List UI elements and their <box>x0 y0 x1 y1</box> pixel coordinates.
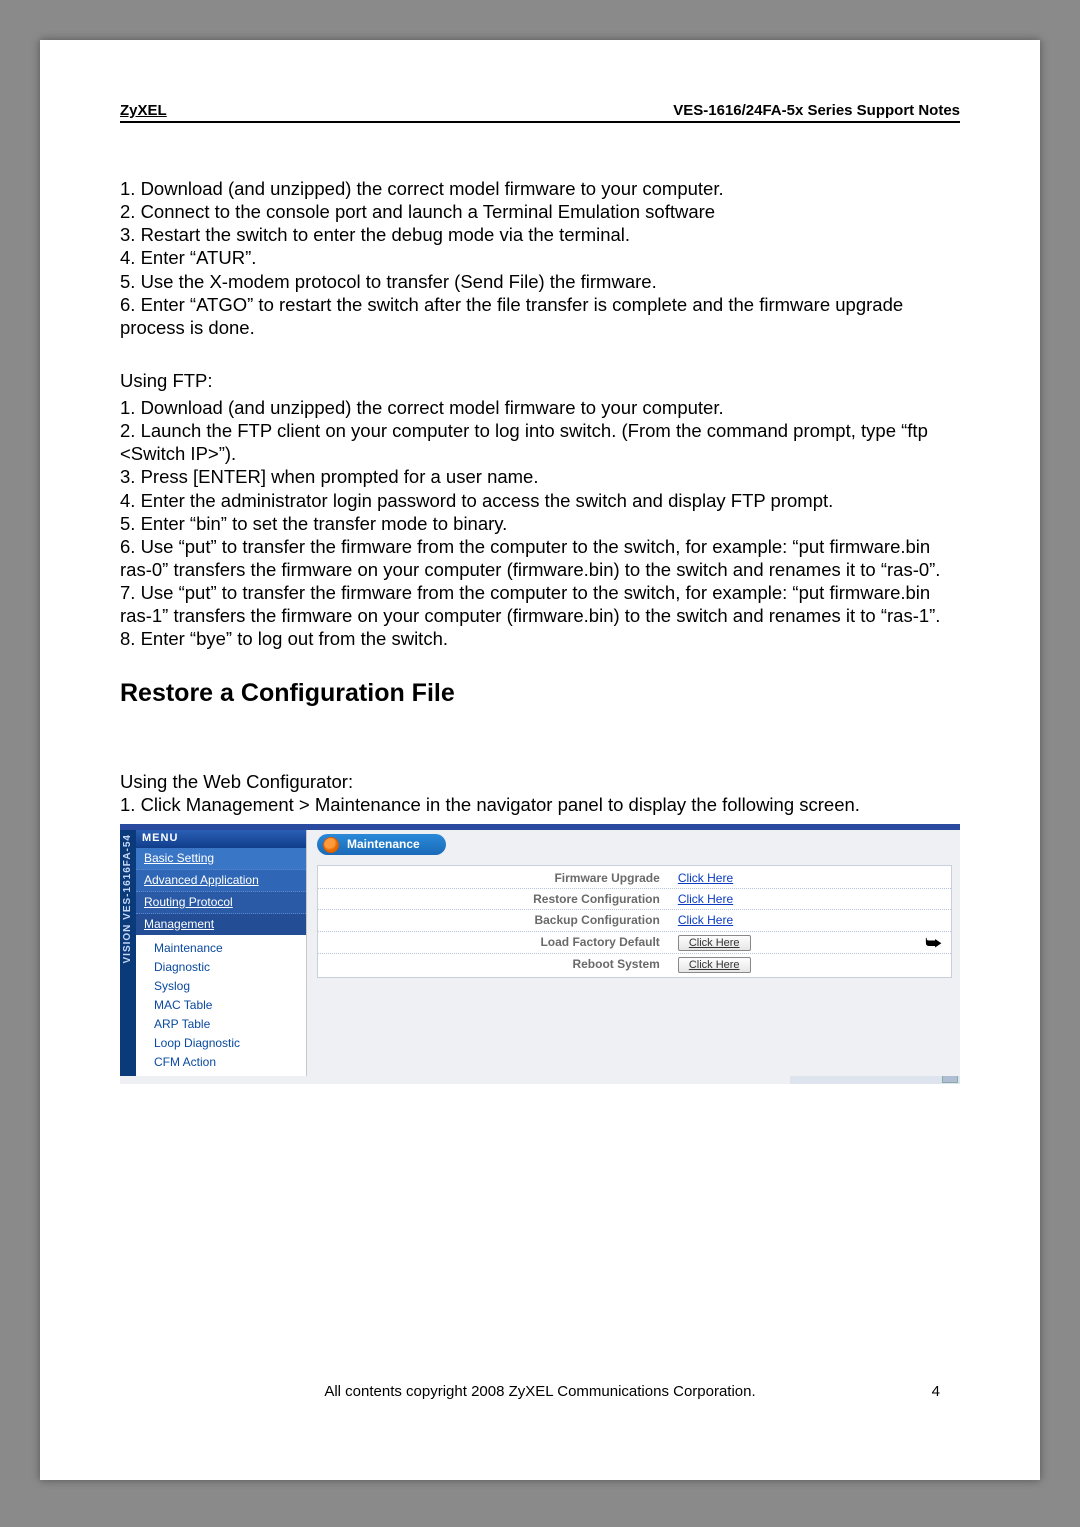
nav-basic-setting[interactable]: Basic Setting <box>136 848 306 870</box>
button-reboot-system[interactable]: Click Here <box>678 957 751 973</box>
cursor-icon: ⮩ <box>925 932 942 955</box>
nav-management-sublist: Maintenance Diagnostic Syslog MAC Table … <box>136 935 306 1076</box>
list-item: 4. Enter the administrator login passwor… <box>120 489 960 512</box>
nav-sub-diagnostic[interactable]: Diagnostic <box>154 958 306 977</box>
list-item: 7. Use “put” to transfer the firmware fr… <box>120 581 960 627</box>
nav-sub-syslog[interactable]: Syslog <box>154 977 306 996</box>
nav-sub-maintenance[interactable]: Maintenance <box>154 939 306 958</box>
link-restore-configuration[interactable]: Click Here <box>678 892 733 906</box>
list-item: 5. Use the X-modem protocol to transfer … <box>120 270 960 293</box>
section-title: Restore a Configuration File <box>120 678 960 709</box>
ftp-heading: Using FTP: <box>120 369 960 392</box>
row-reboot-system: Reboot System Click Here <box>318 954 951 975</box>
list-item: 2. Launch the FTP client on your compute… <box>120 419 960 465</box>
page-content: 1. Download (and unzipped) the correct m… <box>120 177 960 1084</box>
list-item: 3. Restart the switch to enter the debug… <box>120 223 960 246</box>
maintenance-main-panel: Maintenance Firmware Upgrade Click Here … <box>307 830 960 1076</box>
list-item: 5. Enter “bin” to set the transfer mode … <box>120 512 960 535</box>
maintenance-table: Firmware Upgrade Click Here Restore Conf… <box>317 865 952 978</box>
header-brand: ZyXEL <box>120 102 167 119</box>
nav-management[interactable]: Management <box>136 914 306 935</box>
link-firmware-upgrade[interactable]: Click Here <box>678 871 733 885</box>
nav-sub-cfm-action[interactable]: CFM Action <box>154 1053 306 1072</box>
header-title: VES-1616/24FA-5x Series Support Notes <box>673 102 960 119</box>
list-item: 2. Connect to the console port and launc… <box>120 200 960 223</box>
button-load-factory-default[interactable]: Click Here <box>678 935 751 951</box>
panel-title-pill: Maintenance <box>317 834 446 855</box>
maintenance-screenshot: VISION VES-1616FA-54 MENU Basic Setting … <box>120 824 960 1084</box>
row-restore-configuration: Restore Configuration Click Here <box>318 889 951 910</box>
menu-header: MENU <box>136 830 306 848</box>
list-item: 1. Download (and unzipped) the correct m… <box>120 396 960 419</box>
web-configurator-step: 1. Click Management > Maintenance in the… <box>120 793 960 816</box>
nav-sub-mac-table[interactable]: MAC Table <box>154 996 306 1015</box>
list-item: 4. Enter “ATUR”. <box>120 246 960 269</box>
list-item: 3. Press [ENTER] when prompted for a use… <box>120 465 960 488</box>
row-firmware-upgrade: Firmware Upgrade Click Here <box>318 868 951 889</box>
row-backup-configuration: Backup Configuration Click Here <box>318 910 951 931</box>
product-side-label: VISION VES-1616FA-54 <box>120 830 136 1076</box>
list-item: 8. Enter “bye” to log out from the switc… <box>120 627 960 650</box>
link-backup-configuration[interactable]: Click Here <box>678 913 733 927</box>
web-configurator-heading: Using the Web Configurator: <box>120 770 960 793</box>
procedure-list-ftp: 1. Download (and unzipped) the correct m… <box>120 396 960 650</box>
status-dot-icon <box>323 837 339 853</box>
row-load-factory-default: Load Factory Default Click Here <box>318 932 951 954</box>
page-footer: All contents copyright 2008 ZyXEL Commun… <box>40 1383 1040 1400</box>
list-item: 6. Use “put” to transfer the firmware fr… <box>120 535 960 581</box>
list-item: 1. Download (and unzipped) the correct m… <box>120 177 960 200</box>
page-number: 4 <box>932 1383 940 1400</box>
nav-sub-arp-table[interactable]: ARP Table <box>154 1015 306 1034</box>
nav-routing-protocol[interactable]: Routing Protocol <box>136 892 306 914</box>
nav-advanced-application[interactable]: Advanced Application <box>136 870 306 892</box>
procedure-list-terminal: 1. Download (and unzipped) the correct m… <box>120 177 960 339</box>
nav-sub-loop-diagnostic[interactable]: Loop Diagnostic <box>154 1034 306 1053</box>
page-header: ZyXEL VES-1616/24FA-5x Series Support No… <box>120 102 960 123</box>
navigator-panel: MENU Basic Setting Advanced Application … <box>136 830 307 1076</box>
list-item: 6. Enter “ATGO” to restart the switch af… <box>120 293 960 339</box>
document-page: ZyXEL VES-1616/24FA-5x Series Support No… <box>40 40 1040 1480</box>
